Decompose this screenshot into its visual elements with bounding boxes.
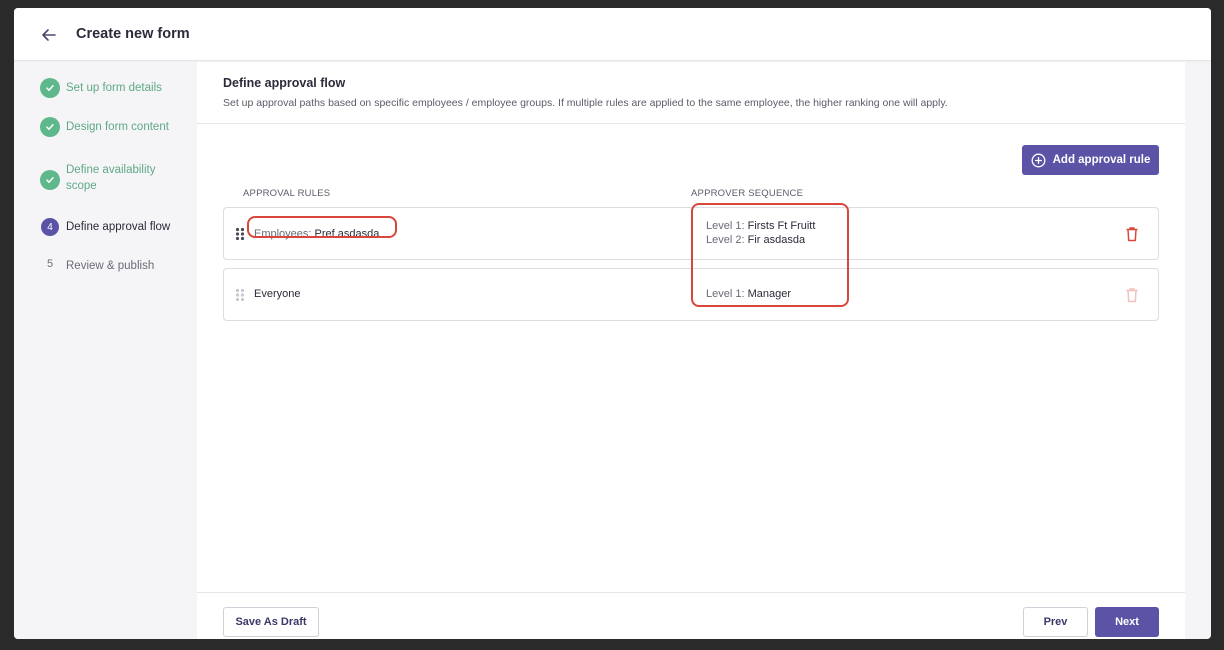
main-panel: Define approval flow Set up approval pat… [197,62,1185,639]
prev-button[interactable]: Prev [1023,607,1088,637]
top-bar: Create new form [14,8,1211,61]
plus-circle-icon [1031,153,1046,167]
steps-sidebar: Set up form details Design form content … [14,62,197,639]
rule-value: Everyone [254,288,301,300]
section-header: Define approval flow Set up approval pat… [197,62,1185,124]
section-description: Set up approval paths based on specific … [223,97,948,109]
add-approval-rule-button[interactable]: Add approval rule [1022,145,1159,175]
drag-handle-icon[interactable] [235,227,245,241]
drag-handle-icon[interactable] [235,288,245,302]
step-availability-scope[interactable]: Define availability scope [40,162,166,194]
next-button[interactable]: Next [1095,607,1159,637]
step-label: Review & publish [66,260,155,272]
trash-icon[interactable] [1125,226,1139,242]
step-label: Define approval flow [66,221,171,233]
check-icon [40,117,60,137]
app-window: Create new form Set up form details Desi… [14,8,1211,639]
add-approval-rule-label: Add approval rule [1052,154,1151,166]
step-review-publish[interactable]: 5 Review & publish [40,257,154,274]
step-number: 4 [41,218,59,236]
step-label: Define availability scope [66,164,156,192]
step-label: Design form content [66,121,169,133]
step-label: Set up form details [66,82,162,94]
save-draft-button[interactable]: Save As Draft [223,607,319,637]
step-form-content[interactable]: Design form content [40,117,169,137]
step-number: 5 [46,258,54,270]
step-form-details[interactable]: Set up form details [40,78,162,98]
column-header-rules: APPROVAL RULES [243,188,331,199]
highlight-annotation [691,203,849,307]
rule-condition: Everyone [254,288,300,300]
footer-bar: Save As Draft Prev Next [197,592,1185,639]
column-header-sequence: APPROVER SEQUENCE [691,188,804,199]
step-approval-flow[interactable]: 4 Define approval flow [40,218,170,236]
highlight-annotation [247,216,397,238]
section-title: Define approval flow [223,76,346,90]
check-icon [40,78,60,98]
back-arrow-icon[interactable] [38,24,60,46]
page-title: Create new form [76,26,190,42]
trash-icon [1126,287,1138,302]
check-icon [40,170,60,190]
